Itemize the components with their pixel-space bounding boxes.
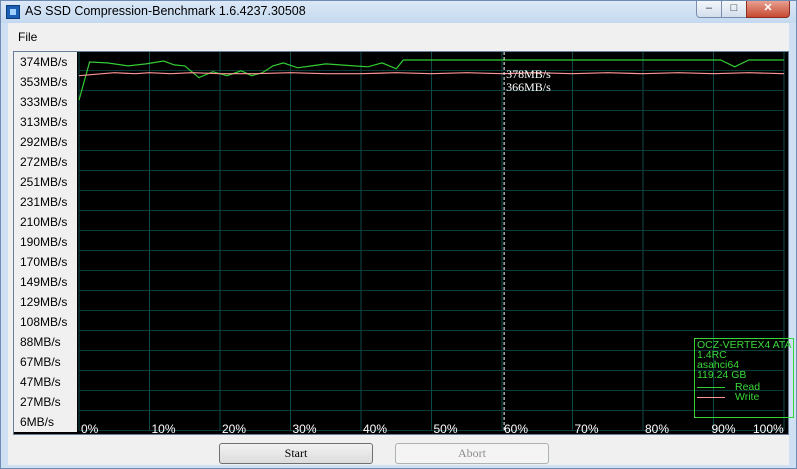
legend-write-label: Write [735, 391, 760, 403]
close-button[interactable]: ✕ [746, 1, 790, 18]
cursor-read-value: 378MB/s [506, 67, 551, 81]
x-tick-label: 90% [711, 422, 736, 436]
abort-button[interactable]: Abort [395, 443, 549, 464]
title-bar[interactable]: AS SSD Compression-Benchmark 1.6.4237.30… [1, 1, 796, 23]
x-tick-label: 20% [222, 422, 247, 436]
x-tick-label: 80% [645, 422, 670, 436]
legend-size: 119.24 GB [697, 369, 747, 381]
minimize-button[interactable]: – [696, 1, 722, 18]
x-tick-label: 10% [151, 422, 176, 436]
x-tick-label: 0% [81, 422, 99, 436]
drive-legend: OCZ-VERTEX4 ATA 1.4RC asahci64 119.24 GB… [694, 338, 794, 418]
menu-file[interactable]: File [18, 30, 37, 44]
x-tick-label: 50% [433, 422, 458, 436]
cursor-write-value: 366MB/s [506, 80, 551, 94]
x-tick-label: 40% [363, 422, 388, 436]
maximize-button[interactable]: □ [721, 1, 747, 18]
legend-write-swatch [697, 397, 725, 398]
app-icon [6, 5, 20, 19]
benchmark-chart: 374MB/s 353MB/s 333MB/s 313MB/s 292MB/s 272MB… [13, 51, 794, 436]
app-window: AS SSD Compression-Benchmark 1.6.4237.30… [0, 0, 797, 469]
x-tick-label: 70% [574, 422, 599, 436]
x-tick-label: 30% [292, 422, 317, 436]
window-title: AS SSD Compression-Benchmark 1.6.4237.30… [25, 4, 306, 18]
legend-read-swatch [697, 387, 725, 388]
start-button[interactable]: Start [219, 443, 373, 464]
x-tick-label: 100% [753, 422, 784, 436]
x-tick-label: 60% [504, 422, 529, 436]
plot-area: 378MB/s366MB/s [78, 52, 785, 431]
client-area: File 374MB/s 353MB/s 333MB/s 313MB/s 292MB/s… [8, 23, 794, 465]
